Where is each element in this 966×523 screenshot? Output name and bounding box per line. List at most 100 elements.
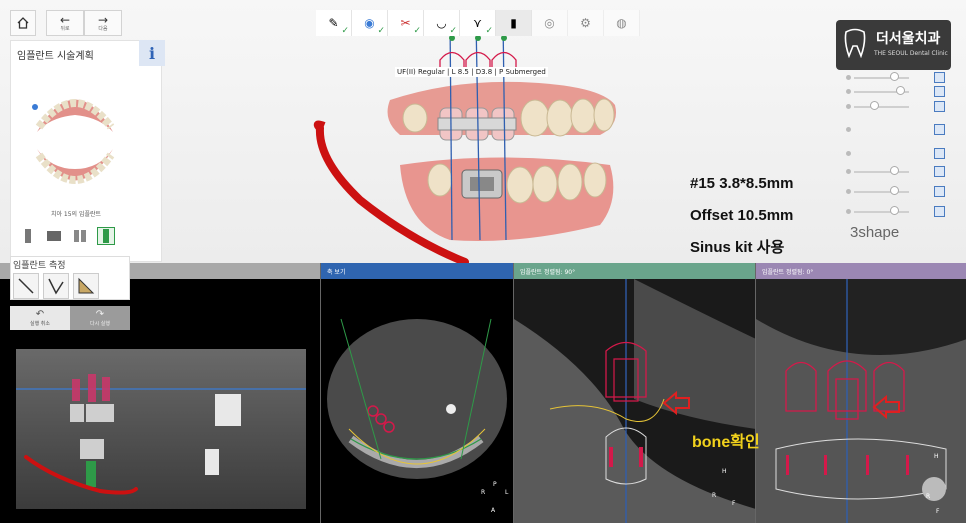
plan-subtitle: 치아 15의 임플란트 — [50, 211, 102, 218]
implant-spec-label: UF(II) Regular | L 8.5 | D3.8 | P Submer… — [395, 67, 548, 77]
measure-panel-title: 임플란트 측정 — [13, 261, 66, 271]
redo-button[interactable]: ↷ 다시 실행 — [70, 306, 130, 330]
orientation-f: F — [936, 508, 940, 515]
layer-icon — [934, 124, 945, 135]
sleeve-icon — [74, 230, 86, 242]
annotation-offset: Offset 10.5mm — [690, 207, 794, 224]
cross-view-title: 임플란트 정렬됨: 90° — [514, 263, 755, 279]
redo-icon: ↷ — [95, 309, 105, 320]
nerve-icon: ⋎ — [473, 16, 482, 30]
layer-icon — [934, 101, 945, 112]
visibility-row[interactable] — [846, 86, 956, 98]
axial-view-title: 축 보기 — [321, 263, 513, 279]
component-selector — [19, 227, 115, 245]
back-button[interactable]: ← 뒤로 — [46, 10, 84, 36]
visibility-row[interactable] — [846, 124, 956, 136]
step-alignment[interactable]: ✂ ✓ — [388, 10, 424, 36]
workflow-toolbar: ✎ ✓ ◉ ✓ ✂ ✓ ◡ ✓ ⋎ ✓ ▮ ◎ ⚙ ◍ — [316, 10, 640, 36]
annotation-implant-size: #15 3.8*8.5mm — [690, 175, 794, 192]
document-icon: ✎ — [328, 16, 339, 30]
visibility-row[interactable] — [846, 206, 956, 218]
layer-icon — [934, 148, 945, 159]
check-icon: ✓ — [413, 26, 421, 36]
guide-step-icon: ⚙ — [580, 16, 591, 30]
step-prescription[interactable]: ✎ ✓ — [316, 10, 352, 36]
tangent-0-view[interactable]: 임플란트 정렬됨: 0° H R F — [755, 263, 966, 523]
visibility-row[interactable] — [846, 148, 956, 160]
visibility-row[interactable] — [846, 101, 956, 113]
tooth-logo-icon — [844, 28, 866, 58]
orientation-r-2: R — [926, 493, 931, 500]
step-crown[interactable]: ◡ ✓ — [424, 10, 460, 36]
panoramic-view[interactable] — [0, 263, 320, 523]
abutment-component[interactable] — [45, 227, 63, 245]
step-sleeve[interactable]: ◎ — [532, 10, 568, 36]
implant-step-icon: ▮ — [510, 16, 517, 30]
info-icon: i — [148, 43, 156, 63]
implant-measure-panel: 임플란트 측정 — [10, 256, 130, 300]
step-guide[interactable]: ⚙ — [568, 10, 604, 36]
orientation-r-cross: R — [712, 492, 717, 499]
next-button[interactable]: → 다음 — [84, 10, 122, 36]
implant-plan-panel: 임플란트 시술계획 i 치아 15의 임플란트 — [10, 40, 165, 262]
axial-view[interactable]: 축 보기 R P L A — [320, 263, 513, 523]
undo-button[interactable]: ↶ 실행 취소 — [10, 306, 70, 330]
align-icon: ✂ — [400, 16, 411, 30]
undo-icon: ↶ — [35, 309, 45, 320]
arch-thumbnail[interactable] — [29, 77, 121, 205]
clinic-logo: 더서울치과 THE SEOUL Dental Clinic — [836, 20, 951, 70]
abutment-icon — [47, 231, 61, 241]
info-button[interactable]: i — [139, 40, 165, 66]
scan-icon: ◉ — [364, 16, 375, 30]
brand-logo: 3shape — [850, 224, 900, 241]
axial-image[interactable] — [321, 279, 513, 523]
layer-icon — [934, 206, 945, 217]
tangent-image[interactable] — [756, 279, 966, 523]
clinic-name-ko: 더서울치과 — [876, 31, 941, 47]
layer-icon — [934, 86, 945, 97]
orientation-l: L — [505, 489, 509, 496]
orientation-p: P — [493, 481, 497, 488]
measure-distance-tool[interactable] — [13, 273, 39, 299]
check-icon: ✓ — [449, 26, 457, 36]
measure-angle-tool[interactable] — [43, 273, 69, 299]
arrow-right-icon: → — [97, 12, 109, 27]
implant-component[interactable] — [19, 227, 37, 245]
check-icon: ✓ — [377, 26, 385, 36]
next-label: 다음 — [98, 25, 108, 32]
home-button[interactable] — [10, 10, 36, 36]
orientation-a: A — [491, 507, 496, 514]
orientation-f-cross: F — [732, 500, 736, 507]
annotation-sinus-kit: Sinus kit 사용 — [690, 239, 785, 256]
orientation-h-cross: H — [722, 468, 727, 475]
guide-component[interactable] — [97, 227, 115, 245]
arrow-left-icon: ← — [59, 12, 71, 27]
orientation-h: H — [934, 453, 939, 460]
implant-icon — [25, 229, 31, 243]
ruler-icon — [18, 278, 34, 294]
plan-panel-title: 임플란트 시술계획 — [17, 51, 94, 62]
check-icon: ✓ — [485, 26, 493, 36]
3d-scene[interactable]: ← 뒤로 → 다음 임플란트 시술계획 i 치아 15의 임플란트 ✎ ✓ ◉ ✓ — [0, 0, 966, 263]
layer-icon — [934, 166, 945, 177]
cross-section-90-view[interactable]: 임플란트 정렬됨: 90° — [513, 263, 755, 523]
orientation-r: R — [481, 489, 486, 496]
step-export[interactable]: ◍ — [604, 10, 640, 36]
undo-label: 실행 취소 — [30, 321, 50, 327]
bone-check-annotation: bone확인 — [692, 434, 760, 451]
tooth-icon: ◡ — [436, 16, 447, 30]
visibility-row[interactable] — [846, 186, 956, 198]
check-icon: ✓ — [341, 26, 349, 36]
visibility-row[interactable] — [846, 72, 956, 84]
step-nerve[interactable]: ⋎ ✓ — [460, 10, 496, 36]
clinic-name-en: THE SEOUL Dental Clinic — [874, 50, 948, 57]
sleeve-component[interactable] — [71, 227, 89, 245]
export-step-icon: ◍ — [616, 16, 627, 30]
area-icon — [78, 277, 95, 294]
step-scan-import[interactable]: ◉ ✓ — [352, 10, 388, 36]
navigation-group: ← 뒤로 → 다음 — [46, 10, 122, 36]
visibility-row[interactable] — [846, 166, 956, 178]
cross-section-image[interactable] — [514, 279, 755, 523]
step-implant[interactable]: ▮ — [496, 10, 532, 36]
measure-area-tool[interactable] — [73, 273, 99, 299]
